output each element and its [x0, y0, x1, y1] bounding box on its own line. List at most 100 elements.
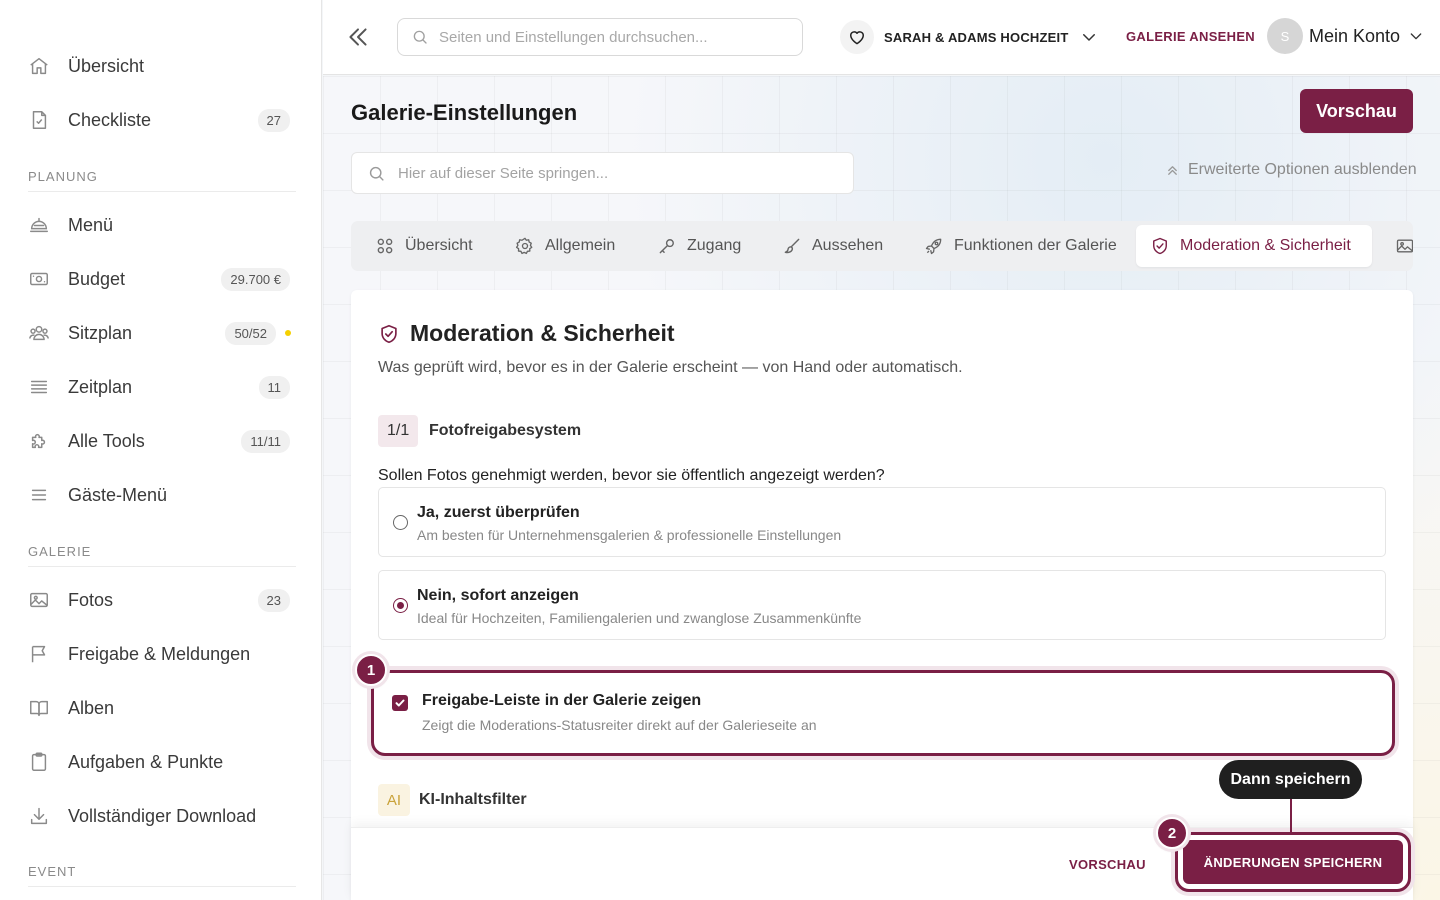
step-marker-2: 2	[1156, 817, 1188, 849]
section-heading-planung: PLANUNG	[28, 169, 296, 192]
sidebar-item-sitzplan[interactable]: Sitzplan 50/52	[28, 313, 291, 353]
global-search[interactable]	[397, 18, 803, 56]
section-heading-galerie: GALERIE	[28, 544, 296, 567]
radio-show-immediately[interactable]	[393, 598, 408, 613]
tab-allgemein[interactable]: Allgemein	[501, 225, 629, 267]
tab-aussehen[interactable]: Aussehen	[768, 225, 897, 267]
tab-funktionen[interactable]: Funktionen der Galerie	[910, 225, 1131, 267]
tab-moderation-sicherheit[interactable]: Moderation & Sicherheit	[1136, 225, 1372, 267]
amount-badge: 29.700 €	[221, 267, 290, 291]
card-header: Moderation & Sicherheit	[378, 320, 675, 347]
menu-lines-icon	[28, 484, 50, 506]
count-badge: 11	[258, 375, 290, 399]
footer-preview-link[interactable]: VORSCHAU	[1069, 857, 1146, 872]
sidebar-item-label: Sitzplan	[68, 322, 133, 343]
save-changes-button[interactable]: ÄNDERUNGEN SPEICHERN	[1183, 840, 1403, 884]
sidebar-item-fotos[interactable]: Fotos 23	[28, 580, 290, 620]
checklist-icon	[28, 109, 50, 131]
sidebar-item-zeitplan[interactable]: Zeitplan 11	[28, 367, 290, 407]
count-badge: 11/11	[241, 429, 290, 453]
option-review-first[interactable]: Ja, zuerst überprüfen Am besten für Unte…	[378, 487, 1386, 557]
sidebar-item-download[interactable]: Vollständiger Download	[28, 796, 290, 836]
ai-badge: AI	[378, 784, 410, 816]
tab-label: Funktionen der Galerie	[954, 237, 1117, 254]
tab-zugang[interactable]: Zugang	[643, 225, 755, 267]
sidebar-item-alle-tools[interactable]: Alle Tools 11/11	[28, 421, 290, 461]
image-icon	[28, 589, 50, 611]
account-menu[interactable]: S Mein Konto	[1267, 18, 1424, 54]
tab-more[interactable]	[1381, 225, 1413, 267]
account-label: Mein Konto	[1309, 25, 1401, 46]
event-avatar	[840, 20, 874, 54]
tab-uebersicht[interactable]: Übersicht	[361, 225, 487, 267]
checkbox-subtitle: Zeigt die Moderations-Statusreiter direk…	[422, 717, 817, 733]
gear-icon	[515, 236, 535, 256]
avatar: S	[1267, 18, 1303, 54]
heart-icon	[847, 27, 867, 47]
sidebar-item-checkliste[interactable]: Checkliste 27	[28, 100, 290, 140]
sidebar-item-freigabe[interactable]: Freigabe & Meldungen	[28, 634, 290, 674]
rocket-icon	[924, 236, 944, 256]
sidebar-item-aufgaben[interactable]: Aufgaben & Punkte	[28, 742, 290, 782]
flag-icon	[28, 643, 50, 665]
page-title: Galerie-Einstellungen	[351, 100, 578, 125]
advanced-options-label: Erweiterte Optionen ausblenden	[1188, 161, 1417, 178]
sidebar-item-menue[interactable]: Menü	[28, 205, 290, 245]
question-counter-badge: 1/1	[378, 415, 419, 447]
approval-bar-checkbox[interactable]	[392, 695, 408, 711]
checkbox-title: Freigabe-Leiste in der Galerie zeigen	[422, 692, 702, 709]
people-icon	[28, 322, 50, 344]
settings-tabs: Übersicht Allgemein Zugang Aussehen Funk…	[351, 221, 1413, 271]
brush-icon	[782, 236, 802, 256]
option-subtitle: Ideal für Hochzeiten, Familiengalerien u…	[417, 610, 862, 626]
sidebar-item-gaeste-menue[interactable]: Gäste-Menü	[28, 475, 290, 515]
save-button-highlight: ÄNDERUNGEN SPEICHERN	[1175, 832, 1411, 892]
radio-review-first[interactable]	[393, 515, 408, 530]
global-search-input[interactable]	[439, 28, 769, 46]
count-badge: 27	[257, 108, 290, 132]
collapse-sidebar-icon[interactable]	[345, 24, 371, 50]
option-show-immediately[interactable]: Nein, sofort anzeigen Ideal für Hochzeit…	[378, 570, 1386, 640]
puzzle-icon	[28, 430, 50, 452]
view-gallery-link[interactable]: GALERIE ANSEHEN	[1126, 29, 1255, 44]
shield-check-icon	[378, 323, 400, 345]
top-bar: SARAH & ADAMS HOCHZEIT GALERIE ANSEHEN S…	[323, 0, 1440, 75]
tab-label: Moderation & Sicherheit	[1180, 237, 1351, 254]
page-search[interactable]	[351, 152, 854, 194]
sidebar-item-label: Checkliste	[68, 109, 152, 130]
preview-button[interactable]: Vorschau	[1300, 89, 1413, 133]
sidebar-item-uebersicht[interactable]: Übersicht	[28, 46, 290, 86]
chevron-down-icon	[1408, 28, 1424, 44]
ai-filter-label: KI-Inhaltsfilter	[419, 791, 527, 808]
tab-label: Übersicht	[405, 237, 473, 254]
page-search-input[interactable]	[398, 164, 818, 182]
section-heading-event: EVENT	[28, 864, 296, 887]
search-icon	[411, 28, 429, 46]
sidebar: Übersicht Checkliste 27 PLANUNG Menü Bud…	[0, 0, 322, 900]
action-footer: VORSCHAU ÄNDERUNGEN SPEICHERN	[351, 827, 1413, 900]
event-selector[interactable]: SARAH & ADAMS HOCHZEIT	[840, 18, 1098, 56]
event-name: SARAH & ADAMS HOCHZEIT	[884, 29, 1069, 45]
tab-label: Allgemein	[545, 237, 616, 254]
shield-check-icon	[1150, 236, 1170, 256]
question-text: Sollen Fotos genehmigt werden, bevor sie…	[378, 467, 885, 484]
sidebar-item-label: Vollständiger Download	[68, 805, 257, 826]
sidebar-item-alben[interactable]: Alben	[28, 688, 290, 728]
home-icon	[28, 55, 50, 77]
card-description: Was geprüft wird, bevor es in der Galeri…	[378, 359, 963, 376]
image-icon	[1395, 236, 1413, 256]
tab-label: Zugang	[687, 237, 742, 254]
tooltip-connector	[1290, 799, 1292, 832]
book-icon	[28, 697, 50, 719]
sidebar-item-label: Fotos	[68, 589, 114, 610]
moderation-settings-card: Moderation & Sicherheit Was geprüft wird…	[351, 290, 1413, 900]
chevron-down-icon	[1080, 28, 1098, 46]
approval-bar-option-highlighted[interactable]: Freigabe-Leiste in der Galerie zeigen Ze…	[371, 670, 1395, 756]
question-group-label: Fotofreigabesystem	[429, 422, 582, 439]
sidebar-item-budget[interactable]: Budget 29.700 €	[28, 259, 290, 299]
advanced-options-toggle[interactable]: Erweiterte Optionen ausblenden	[1165, 161, 1417, 179]
sidebar-item-label: Menü	[68, 214, 114, 235]
save-hint-tooltip: Dann speichern	[1219, 760, 1362, 799]
sidebar-item-label: Zeitplan	[68, 376, 133, 397]
sidebar-item-label: Aufgaben & Punkte	[68, 751, 224, 772]
